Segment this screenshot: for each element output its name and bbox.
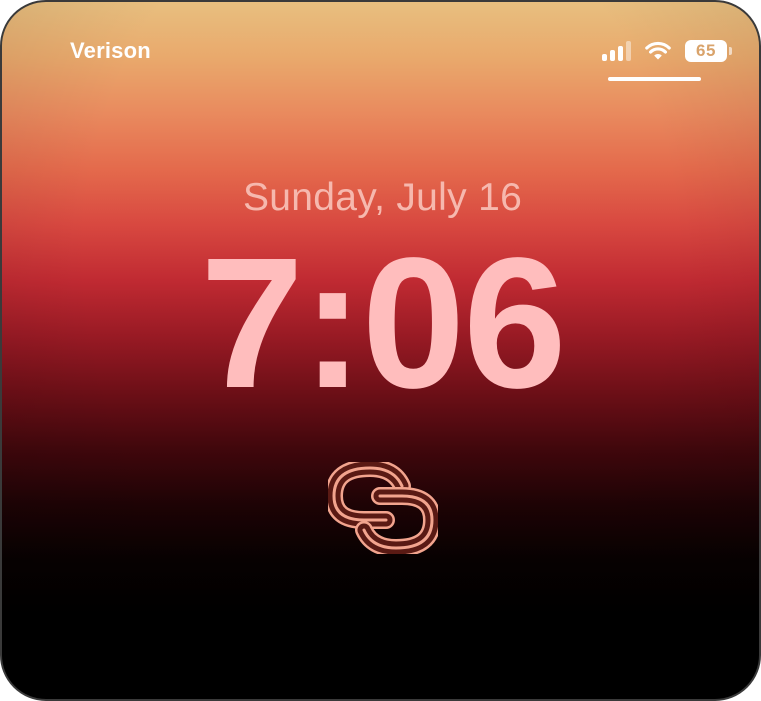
- carrier-name: Verison: [70, 38, 151, 63]
- wifi-icon: [645, 41, 671, 61]
- linked-chain-logo-icon[interactable]: [324, 458, 442, 558]
- lock-screen: Verison 65 Sunday, July 16 7:06: [0, 0, 761, 701]
- control-center-indicator[interactable]: [608, 77, 701, 81]
- lock-screen-time: 7:06: [200, 220, 566, 427]
- battery-icon: 65: [685, 40, 732, 62]
- status-icons: 65: [602, 38, 732, 64]
- battery-level: 65: [696, 41, 716, 60]
- lock-screen-date: Sunday, July 16: [242, 176, 523, 219]
- battery-nub: [729, 47, 732, 55]
- cellular-signal-icon: [602, 41, 631, 61]
